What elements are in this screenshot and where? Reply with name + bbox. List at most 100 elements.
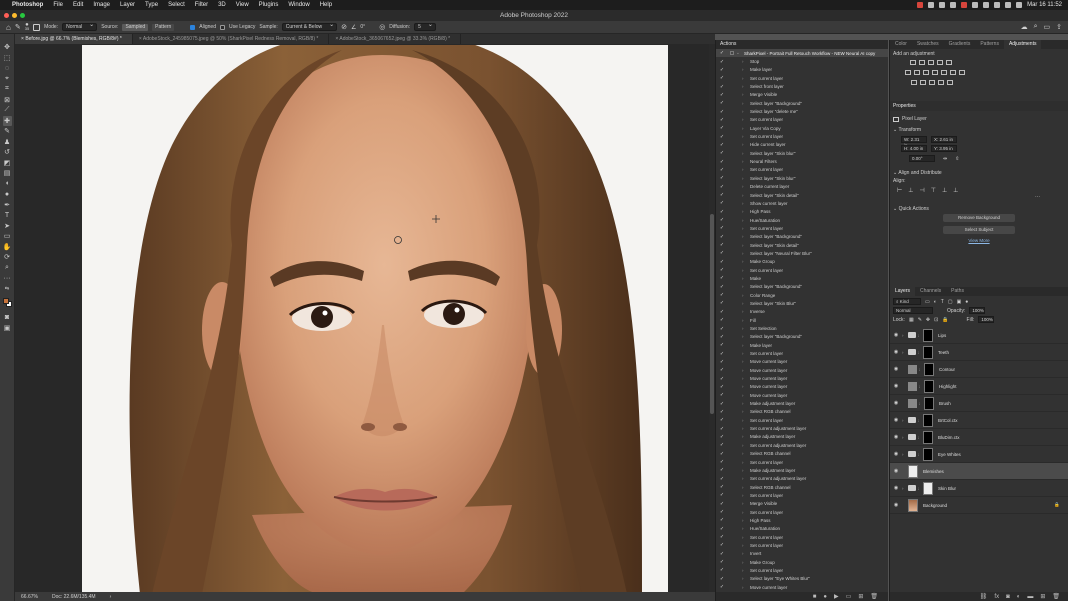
lock-icon[interactable]: 🔒 (1054, 502, 1068, 508)
color-balance-icon[interactable] (922, 70, 929, 75)
quick-mask-icon[interactable]: ◙ (3, 312, 12, 323)
doc-tab[interactable]: × Before.jpg @ 66.7% (Blemishes, RGB/8#)… (15, 34, 133, 44)
tab-channels[interactable]: Channels (915, 287, 946, 296)
disclosure-triangle-icon[interactable]: › (736, 159, 750, 164)
check-icon[interactable]: ✓ (716, 275, 728, 281)
check-icon[interactable]: ✓ (716, 125, 728, 131)
control-center-icon[interactable] (1016, 2, 1023, 8)
action-row[interactable]: ✓ › Select RGB channel (716, 408, 888, 416)
check-icon[interactable]: ✓ (716, 217, 728, 223)
check-icon[interactable]: ✓ (716, 326, 728, 332)
brightness-contrast-icon[interactable] (909, 60, 916, 65)
disclosure-triangle-icon[interactable]: › (736, 117, 750, 122)
disclosure-triangle-icon[interactable]: › (736, 426, 750, 431)
action-row[interactable]: ✓ › Set Selection (716, 324, 888, 332)
action-row[interactable]: ✓ › Select layer "Background" (716, 283, 888, 291)
status-menu-icon[interactable]: › (110, 594, 112, 600)
new-group-icon[interactable]: ▬ (1027, 594, 1033, 600)
fill-field[interactable]: 100% (978, 316, 995, 323)
check-icon[interactable]: ✓ (716, 117, 728, 123)
remove-background-button[interactable]: Remove Background (943, 214, 1015, 222)
layer-row[interactable]: ◉ ⁞ Brush (890, 395, 1068, 412)
action-row[interactable]: ✓ › Set current layer (716, 416, 888, 424)
rotate-view-tool-icon[interactable]: ⟳ (3, 252, 12, 263)
check-icon[interactable]: ✓ (716, 75, 728, 81)
disclosure-triangle-icon[interactable]: › (736, 560, 750, 565)
lock-transparent-icon[interactable]: ▦ (909, 317, 914, 323)
mask-thumbnail[interactable] (924, 362, 934, 376)
disclosure-triangle-icon[interactable]: › (736, 142, 750, 147)
check-icon[interactable]: ✓ (716, 50, 728, 56)
visibility-eye-icon[interactable]: ◉ (890, 349, 902, 355)
action-row[interactable]: ✓ › Move current layer (716, 358, 888, 366)
align-right-icon[interactable]: ⊣ (919, 187, 924, 194)
add-mask-icon[interactable]: ◙ (1006, 594, 1010, 600)
tab-adjustments[interactable]: Adjustments (1003, 40, 1042, 49)
transform-heading[interactable]: ⌄ Transform (893, 127, 1065, 133)
visibility-eye-icon[interactable]: ◉ (890, 468, 902, 474)
action-row[interactable]: ✓ › Select front layer (716, 82, 888, 90)
check-icon[interactable]: ✓ (716, 426, 728, 432)
disclosure-triangle-icon[interactable]: › (736, 76, 750, 81)
tab-swatches[interactable]: Swatches (912, 40, 944, 49)
visibility-eye-icon[interactable]: ◉ (890, 400, 902, 406)
tab-gradients[interactable]: Gradients (944, 40, 976, 49)
action-row[interactable]: ✓ › Hue/Saturation (716, 216, 888, 224)
layer-row[interactable]: ◉ › ⁞ Teeth (890, 344, 1068, 361)
new-action-icon[interactable]: ⊞ (858, 593, 863, 600)
lock-pixels-icon[interactable]: ✎ (918, 317, 922, 323)
disclosure-triangle-icon[interactable]: › (736, 309, 750, 314)
scrollbar-thumb[interactable] (710, 214, 714, 414)
action-row[interactable]: ✓ › Stop (716, 57, 888, 65)
check-icon[interactable]: ✓ (716, 292, 728, 298)
layer-thumbnail[interactable] (908, 464, 918, 478)
disclosure-triangle-icon[interactable]: › (736, 476, 750, 481)
vibrance-icon[interactable] (904, 70, 911, 75)
disclosure-triangle-icon[interactable]: › (736, 409, 750, 414)
more-options-icon[interactable]: ··· (893, 194, 1065, 200)
filter-type-icon[interactable]: T (941, 299, 944, 305)
check-icon[interactable]: ✓ (716, 359, 728, 365)
align-top-icon[interactable]: ⊤ (931, 187, 936, 194)
status-app-icon[interactable] (939, 2, 946, 8)
play-icon[interactable]: ▶ (834, 593, 839, 600)
action-row[interactable]: ✓ › Set current layer (716, 266, 888, 274)
action-row[interactable]: ✓ › Set current layer (716, 116, 888, 124)
action-row[interactable]: ✓ › Select layer "Background" (716, 99, 888, 107)
action-row[interactable]: ✓ › Move current layer (716, 391, 888, 399)
disclosure-triangle-icon[interactable]: › (736, 351, 750, 356)
delete-icon[interactable]: 🗑 (870, 593, 878, 600)
action-row[interactable]: ✓ › Select layer "Background" (716, 233, 888, 241)
blend-mode-select[interactable]: Normal (893, 307, 933, 314)
mode-select[interactable]: Normal (62, 22, 98, 31)
channel-mixer-icon[interactable] (949, 70, 956, 75)
disclosure-triangle-icon[interactable]: › (736, 568, 750, 573)
layer-row[interactable]: ◉ › ⁞ BluDim.ctx (890, 429, 1068, 446)
layer-name[interactable]: Contour (939, 367, 955, 372)
frame-tool-icon[interactable]: ⊠ (3, 95, 12, 106)
disclosure-triangle-icon[interactable]: › (736, 193, 750, 198)
flip-vertical-icon[interactable]: ⇳ (955, 156, 959, 162)
check-icon[interactable]: ✓ (716, 509, 728, 515)
action-row[interactable]: ✓ › Invert (716, 550, 888, 558)
check-icon[interactable]: ✓ (716, 159, 728, 165)
type-tool-icon[interactable]: T (3, 210, 12, 221)
action-row[interactable]: ✓ › Make (716, 274, 888, 282)
visibility-eye-icon[interactable]: ◉ (890, 502, 902, 508)
check-icon[interactable]: ✓ (716, 150, 728, 156)
disclosure-triangle-icon[interactable]: › (736, 543, 750, 548)
disclosure-triangle-icon[interactable]: › (736, 326, 750, 331)
check-icon[interactable]: ✓ (716, 92, 728, 98)
layer-style-icon[interactable]: fx (994, 594, 999, 600)
disclosure-triangle-icon[interactable]: › (736, 393, 750, 398)
check-icon[interactable]: ✓ (716, 351, 728, 357)
disclosure-triangle-icon[interactable]: › (736, 67, 750, 72)
action-row[interactable]: ✓ › Select layer "Skin blur" (716, 149, 888, 157)
dialog-toggle[interactable] (728, 51, 736, 56)
filter-smart-icon[interactable]: ▣ (957, 299, 962, 305)
delete-layer-icon[interactable]: 🗑 (1052, 593, 1060, 600)
disclosure-triangle-icon[interactable]: › (736, 451, 750, 456)
layer-name[interactable]: Eye Whites (938, 452, 961, 457)
disclosure-triangle-icon[interactable]: › (736, 59, 750, 64)
layer-row[interactable]: ◉ ⁞ Highlight (890, 378, 1068, 395)
